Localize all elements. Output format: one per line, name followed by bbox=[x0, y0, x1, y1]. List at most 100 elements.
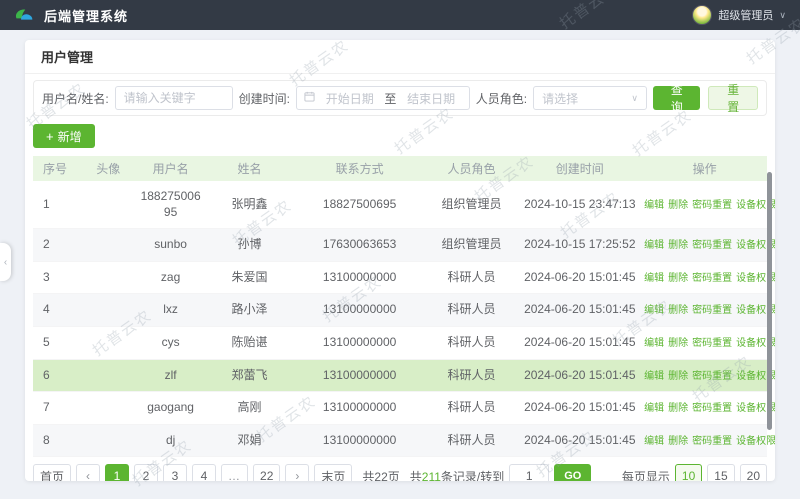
calendar-icon bbox=[304, 91, 315, 105]
cell-name: 邓娟 bbox=[205, 424, 293, 457]
cell-role: 组织管理员 bbox=[426, 181, 518, 229]
delete-link[interactable]: 删除 bbox=[668, 273, 688, 284]
cell-actions: 编辑删除密码重置设备权限 bbox=[642, 181, 767, 229]
cell-avatar bbox=[81, 181, 136, 229]
user-name: 超级管理员 bbox=[718, 7, 773, 23]
cell-role: 科研人员 bbox=[426, 261, 518, 294]
sidebar-collapse-handle[interactable]: ‹ bbox=[0, 243, 11, 281]
page-size-button-10[interactable]: 10 bbox=[675, 464, 702, 481]
edit-link[interactable]: 编辑 bbox=[644, 338, 664, 349]
reset-password-link[interactable]: 密码重置 bbox=[692, 305, 732, 316]
cell-phone: 13100000000 bbox=[294, 294, 426, 327]
page-size-button-20[interactable]: 20 bbox=[740, 464, 767, 481]
reset-password-link[interactable]: 密码重置 bbox=[692, 371, 732, 382]
cell-username: 18827500695 bbox=[136, 181, 206, 229]
device-permission-link[interactable]: 设备权限 bbox=[736, 436, 775, 447]
prev-page-button[interactable]: ‹ bbox=[76, 464, 100, 481]
cell-phone: 17630063653 bbox=[294, 229, 426, 262]
reset-password-link[interactable]: 密码重置 bbox=[692, 200, 732, 211]
user-menu[interactable]: 超级管理员 ∨ bbox=[692, 5, 786, 25]
cell-index: 2 bbox=[33, 229, 81, 262]
column-header-actions: 操作 bbox=[642, 156, 767, 181]
page-ellipsis[interactable]: … bbox=[221, 464, 248, 481]
cell-role: 科研人员 bbox=[426, 359, 518, 392]
user-management-card: 用户管理 用户名/姓名: 创建时间: 开始日期 至 结束日期 人员角色: 请选择… bbox=[25, 40, 775, 481]
chevron-down-icon: ∨ bbox=[779, 10, 786, 21]
page-size-buttons: 10 15 20 bbox=[675, 464, 767, 481]
users-table: 序号头像用户名姓名联系方式人员角色创建时间操作 1 18827500695 张明… bbox=[33, 156, 767, 457]
delete-link[interactable]: 删除 bbox=[668, 338, 688, 349]
edit-link[interactable]: 编辑 bbox=[644, 200, 664, 211]
total-prefix: 共 bbox=[410, 470, 422, 481]
pagination-bar: 首页 ‹ 1234…22 › 末页 共22页 共211条记录/转到 GO 每页显… bbox=[33, 464, 767, 481]
role-select[interactable]: 请选择 ∨ bbox=[533, 86, 647, 110]
search-button[interactable]: 查询 bbox=[653, 86, 701, 110]
reset-button[interactable]: 重置 bbox=[708, 86, 758, 110]
reset-password-link[interactable]: 密码重置 bbox=[692, 273, 732, 284]
edit-link[interactable]: 编辑 bbox=[644, 273, 664, 284]
goto-page-input[interactable] bbox=[509, 464, 549, 481]
table-row: 6 zlf 郑蕾飞 13100000000 科研人员 2024-06-20 15… bbox=[33, 359, 767, 392]
table-row: 7 gaogang 高刚 13100000000 科研人员 2024-06-20… bbox=[33, 392, 767, 425]
reset-password-link[interactable]: 密码重置 bbox=[692, 240, 732, 251]
go-button[interactable]: GO bbox=[554, 464, 591, 481]
total-suffix: 条记录/转到 bbox=[441, 470, 504, 481]
cell-actions: 编辑删除密码重置设备权限 bbox=[642, 261, 767, 294]
cell-phone: 13100000000 bbox=[294, 326, 426, 359]
cell-name: 郑蕾飞 bbox=[205, 359, 293, 392]
page-button-22[interactable]: 22 bbox=[253, 464, 280, 481]
edit-link[interactable]: 编辑 bbox=[644, 371, 664, 382]
table-scrollbar[interactable] bbox=[767, 172, 772, 430]
reset-password-link[interactable]: 密码重置 bbox=[692, 403, 732, 414]
cell-username: lxz bbox=[136, 294, 206, 327]
page-size-group: 每页显示 101520 bbox=[622, 464, 767, 481]
last-page-button[interactable]: 末页 bbox=[314, 464, 352, 481]
delete-link[interactable]: 删除 bbox=[668, 240, 688, 251]
delete-link[interactable]: 删除 bbox=[668, 403, 688, 414]
cell-avatar bbox=[81, 261, 136, 294]
cell-name: 张明鑫 bbox=[205, 181, 293, 229]
cell-role: 科研人员 bbox=[426, 326, 518, 359]
cell-actions: 编辑删除密码重置设备权限 bbox=[642, 424, 767, 457]
cell-created: 2024-06-20 15:01:45 bbox=[517, 424, 642, 457]
cell-avatar bbox=[81, 294, 136, 327]
next-page-button[interactable]: › bbox=[285, 464, 309, 481]
reset-password-link[interactable]: 密码重置 bbox=[692, 338, 732, 349]
page-title: 用户管理 bbox=[25, 40, 775, 74]
table-row: 8 dj 邓娟 13100000000 科研人员 2024-06-20 15:0… bbox=[33, 424, 767, 457]
user-avatar bbox=[692, 5, 712, 25]
edit-link[interactable]: 编辑 bbox=[644, 403, 664, 414]
edit-link[interactable]: 编辑 bbox=[644, 305, 664, 316]
cell-avatar bbox=[81, 424, 136, 457]
cell-name: 高刚 bbox=[205, 392, 293, 425]
cell-index: 5 bbox=[33, 326, 81, 359]
delete-link[interactable]: 删除 bbox=[668, 305, 688, 316]
delete-link[interactable]: 删除 bbox=[668, 436, 688, 447]
add-button-label: 新增 bbox=[58, 128, 82, 145]
page-button-3[interactable]: 3 bbox=[163, 464, 187, 481]
cell-actions: 编辑删除密码重置设备权限 bbox=[642, 229, 767, 262]
cell-name: 朱爱国 bbox=[205, 261, 293, 294]
page-button-4[interactable]: 4 bbox=[192, 464, 216, 481]
start-date-placeholder: 开始日期 bbox=[319, 90, 380, 107]
table-body: 1 18827500695 张明鑫 18827500695 组织管理员 2024… bbox=[33, 181, 767, 457]
role-filter-label: 人员角色: bbox=[476, 90, 527, 107]
cell-created: 2024-06-20 15:01:45 bbox=[517, 294, 642, 327]
username-filter-input[interactable] bbox=[115, 86, 233, 110]
date-range-picker[interactable]: 开始日期 至 结束日期 bbox=[296, 86, 470, 110]
username-filter-label: 用户名/姓名: bbox=[42, 90, 109, 107]
delete-link[interactable]: 删除 bbox=[668, 371, 688, 382]
page-button-1[interactable]: 1 bbox=[105, 464, 129, 481]
page-size-button-15[interactable]: 15 bbox=[707, 464, 734, 481]
edit-link[interactable]: 编辑 bbox=[644, 436, 664, 447]
first-page-button[interactable]: 首页 bbox=[33, 464, 71, 481]
cell-phone: 13100000000 bbox=[294, 392, 426, 425]
reset-password-link[interactable]: 密码重置 bbox=[692, 436, 732, 447]
table-row: 3 zag 朱爱国 13100000000 科研人员 2024-06-20 15… bbox=[33, 261, 767, 294]
cell-username: sunbo bbox=[136, 229, 206, 262]
edit-link[interactable]: 编辑 bbox=[644, 240, 664, 251]
add-button[interactable]: + 新增 bbox=[33, 124, 95, 148]
delete-link[interactable]: 删除 bbox=[668, 200, 688, 211]
page-button-2[interactable]: 2 bbox=[134, 464, 158, 481]
table-row: 4 lxz 路小泽 13100000000 科研人员 2024-06-20 15… bbox=[33, 294, 767, 327]
